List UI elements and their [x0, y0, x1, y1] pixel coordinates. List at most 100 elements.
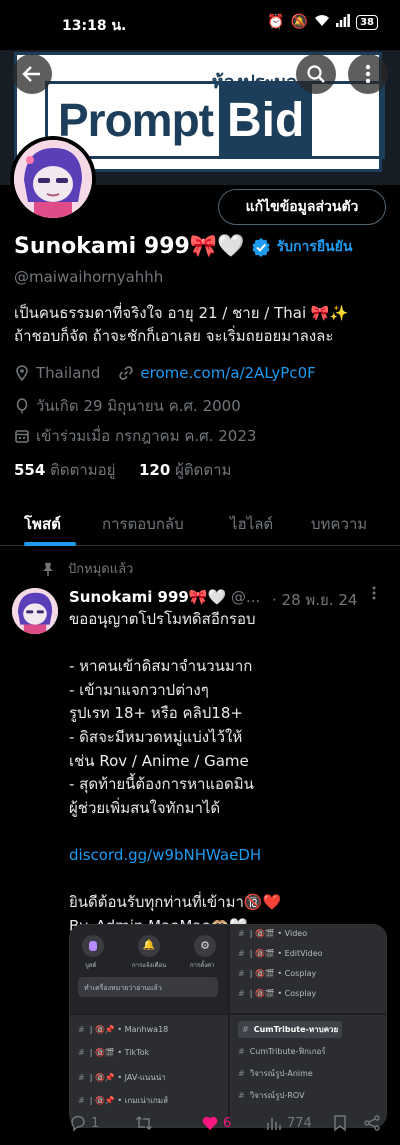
avatar-illustration [14, 140, 92, 218]
bio-line: เป็นคนธรรมดาที่จริงใจ อายุ 21 / ชาย / Th… [14, 304, 349, 322]
followers-label: ผู้ติดตาม [175, 461, 232, 479]
search-button[interactable] [296, 54, 336, 94]
tab-articles[interactable]: บทความ [311, 512, 367, 536]
alarm-icon: ⏰ [267, 14, 285, 30]
calendar-icon [15, 430, 29, 443]
tab-posts[interactable]: โพสต์ [24, 512, 61, 536]
image-search-placeholder: ทำเครื่องหมายว่าอ่านแล้ว [84, 984, 162, 992]
status-time: 13:18 น. [62, 18, 127, 34]
bookmark-button[interactable] [331, 1114, 349, 1132]
status-icons: ⏰ 🔕 38 [267, 13, 378, 31]
follow-stats: 554 ติดตามอยู่ 120 ผู้ติดตาม [14, 458, 231, 482]
logo-word-bid: Bid [219, 84, 313, 156]
mute-icon: 🔕 [290, 14, 309, 30]
image-pane-channels-left: # | 🔞📌 • Manhwa18 # | 🔞🎬 • TikTok # | 🔞📌 • … [70, 1015, 228, 1127]
profile-birthday: วันเกิด 29 มิถุนายน ค.ศ. 2000 [36, 397, 241, 415]
active-tab-indicator [24, 542, 76, 546]
views-button[interactable]: 774 [265, 1114, 312, 1132]
image-pane-server-menu: 🔔 ⚙ บูสต์ การแจ้งเตือน การตั้งค่า ทำเครื… [70, 925, 228, 1013]
following-link[interactable]: 554 ติดตามอยู่ [14, 461, 115, 479]
profile-handle: @maiwaihornyahhh [14, 268, 164, 286]
back-button[interactable] [12, 54, 52, 94]
post-author-handle[interactable]: @... [231, 588, 260, 606]
post-more-button[interactable] [372, 586, 376, 604]
image-channel: # | 🔞🎬 • EditVideo [238, 949, 323, 958]
image-channel: # | 🔞📌 • เกมเน่าเกมส์ [78, 1096, 168, 1105]
image-label: บูสต์ [85, 962, 97, 969]
followers-link[interactable]: 120 ผู้ติดตาม [139, 461, 231, 479]
tab-highlights[interactable]: ไฮไลต์ [230, 512, 273, 536]
profile-avatar-frame[interactable] [10, 136, 96, 222]
post-author-name[interactable]: Sunokami 999🎀🤍 [69, 588, 226, 606]
views-chart-icon [267, 1118, 281, 1130]
like-button[interactable]: 6 [201, 1114, 231, 1132]
profile-meta-birthday: วันเกิด 29 มิถุนายน ค.ศ. 2000 [14, 394, 241, 418]
avatar [14, 140, 92, 218]
followers-count: 120 [139, 461, 171, 479]
image-pane-channels-top: # | 🔞🎬 • Video # | 🔞🎬 • EditVideo # | 🔞🎬 • … [230, 925, 386, 1013]
profile-meta-joined: เข้าร่วมเมื่อ กรกฎาคม ค.ศ. 2023 [14, 424, 256, 448]
get-verified-link[interactable]: รับการยืนยัน [277, 236, 353, 258]
image-channel: # CumTribute-ฟิกเกอร์ [238, 1047, 326, 1056]
image-label: การตั้งค่า [190, 962, 215, 969]
image-channel: # | 🔞🎬 • Cosplay [238, 989, 317, 998]
image-channel: # วิจารณ์รูป-ROV [238, 1091, 305, 1100]
reply-button[interactable]: 1 [69, 1114, 99, 1132]
more-vertical-icon [372, 586, 376, 600]
logo-word-prompt: Prompt [58, 94, 214, 146]
image-channel: # | 🔞🎬 • TikTok [78, 1048, 150, 1057]
bell-icon: 🔔 [138, 935, 160, 957]
post-author-avatar[interactable] [12, 588, 58, 634]
pinned-indicator: ปักหมุดแล้ว [42, 558, 133, 579]
bio-line: ถ้าชอบก็จัด ถ้าจะชักก็เอาเลย จะเริ่มถยอย… [14, 327, 334, 345]
bookmark-icon [334, 1115, 346, 1132]
profile-joined-date: เข้าร่วมเมื่อ กรกฎาคม ค.ศ. 2023 [36, 427, 257, 445]
post-body: ขออนุญาตโปรโมทดิสอีกรอบ - หาคนเข้าดิสมาจ… [69, 608, 389, 938]
profile-tabs: โพสต์ การตอบกลับ ไฮไลต์ บทความ [0, 496, 400, 546]
boost-icon [82, 935, 104, 957]
display-name: Sunokami 999🎀🤍 [14, 234, 245, 259]
search-icon [307, 65, 325, 83]
image-channel: # | 🔞📌 • JAV-แนนน่า [78, 1073, 166, 1082]
repost-button[interactable] [135, 1114, 153, 1132]
image-channel: # | 🔞🎬 • Video [238, 929, 308, 938]
image-search-bar: ทำเครื่องหมายว่าอ่านแล้ว [78, 977, 218, 997]
reply-count: 1 [91, 1115, 100, 1131]
tab-replies[interactable]: การตอบกลับ [102, 512, 184, 536]
reply-icon [71, 1115, 85, 1132]
view-count: 774 [287, 1115, 312, 1131]
back-arrow-icon [22, 66, 40, 82]
battery-icon: 38 [356, 14, 378, 30]
profile-website-link[interactable]: erome.com/a/2ALyPc0F [140, 364, 315, 382]
image-channel: # | 🔞📌 • Manhwa18 [78, 1025, 169, 1034]
like-count: 6 [223, 1115, 232, 1131]
post-image[interactable]: 🔔 ⚙ บูสต์ การแจ้งเตือน การตั้งค่า ทำเครื… [69, 924, 387, 1128]
image-label: การแจ้งเตือน [132, 962, 167, 969]
location-pin-icon [16, 365, 28, 381]
profile-meta-location-website: Thailand erome.com/a/2ALyPc0F [14, 364, 316, 382]
pinned-label: ปักหมุดแล้ว [68, 562, 134, 577]
image-channel: # วิจารณ์รูป-Anime [238, 1069, 313, 1078]
repost-icon [135, 1115, 153, 1131]
image-channel: # CumTribute-หาบควย [238, 1021, 343, 1038]
banner-logo: Prompt Bid [45, 81, 385, 159]
verified-badge-icon[interactable] [251, 237, 271, 257]
share-icon [364, 1115, 380, 1131]
edit-profile-button[interactable]: แก้ไขข้อมูลส่วนตัว [218, 189, 386, 225]
link-icon [119, 366, 134, 380]
post-discord-link[interactable]: discord.gg/w9bNHWaeDH [69, 846, 261, 864]
following-label: ติดตามอยู่ [50, 461, 116, 479]
image-channel: # | 🔞🎬 • Cosplay [238, 969, 317, 978]
following-count: 554 [14, 461, 46, 479]
share-button[interactable] [363, 1114, 381, 1132]
status-bar: 13:18 น. ⏰ 🔕 38 [0, 0, 400, 50]
profile-name-row: Sunokami 999🎀🤍 รับการยืนยัน [14, 234, 352, 259]
pin-icon [43, 562, 53, 576]
more-options-button[interactable] [348, 54, 388, 94]
post-text: ขออนุญาตโปรโมทดิสอีกรอบ - หาคนเข้าดิสมาจ… [69, 610, 256, 817]
avatar-illustration [12, 588, 58, 634]
profile-bio: เป็นคนธรรมดาที่จริงใจ อายุ 21 / ชาย / Th… [14, 302, 390, 348]
signal-icon [336, 13, 350, 31]
heart-icon [202, 1116, 218, 1130]
post-actions: 1 6 774 [69, 1114, 387, 1136]
